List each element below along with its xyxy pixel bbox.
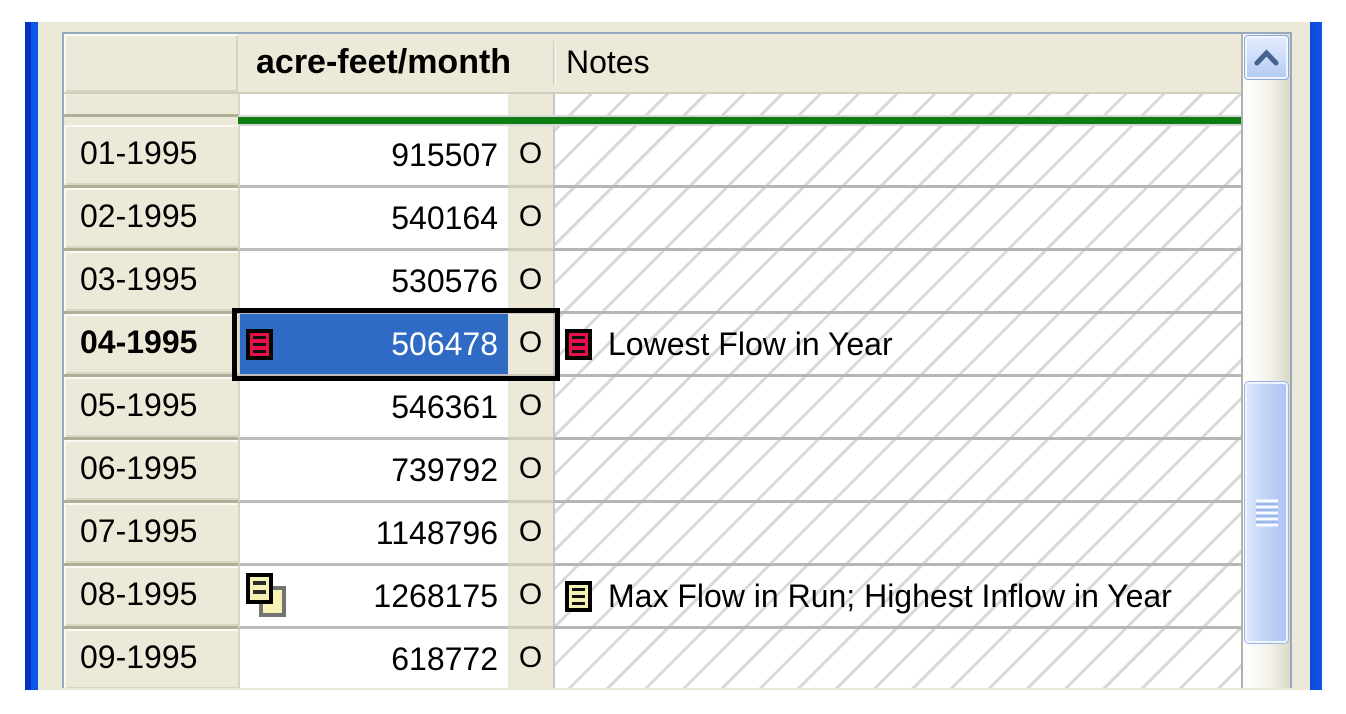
value-cell[interactable]: 618772 [238, 629, 508, 688]
clipped-row-header-cell [64, 94, 238, 117]
note-cell[interactable] [553, 440, 1241, 503]
note-cell[interactable]: Lowest Flow in Year [553, 314, 1241, 377]
row-header-cell[interactable]: 09-1995 [64, 629, 238, 688]
flag-cell[interactable]: O [508, 503, 553, 566]
flow-value: 739792 [391, 452, 498, 489]
flow-value: 546361 [391, 389, 498, 426]
note-cell[interactable] [553, 251, 1241, 314]
table-row: 05-1995 546361 O [64, 377, 1241, 440]
scroll-up-button[interactable] [1244, 35, 1289, 80]
note-cell[interactable] [553, 125, 1241, 188]
table-row: 08-1995 1268175 O Max Flow in Run; Highe… [64, 566, 1241, 629]
row-header-cell[interactable]: 08-1995 [64, 566, 238, 629]
row-header-cell[interactable]: 02-1995 [64, 188, 238, 251]
flow-value: 530576 [391, 263, 498, 300]
left-accent-bar [25, 22, 38, 690]
table-row: 01-1995 915507 O [64, 125, 1241, 188]
clipped-value-cell [238, 94, 508, 117]
value-cell[interactable]: 506478 [238, 314, 508, 377]
note-cell[interactable] [553, 629, 1241, 688]
table-row: 04-1995 506478 O Lowest Flow in Year [64, 314, 1241, 377]
table-row: 03-1995 530576 O [64, 251, 1241, 314]
flow-value: 618772 [391, 641, 498, 678]
row-date-label: 09-1995 [80, 639, 197, 675]
output-flag: O [519, 578, 542, 611]
grip-lines-icon [1256, 499, 1278, 526]
row-date-label: 06-1995 [80, 450, 197, 486]
value-cell[interactable]: 546361 [238, 377, 508, 440]
flag-cell[interactable]: O [508, 314, 553, 377]
row-date-label: 07-1995 [80, 513, 197, 549]
note-cell[interactable]: Max Flow in Run; Highest Inflow in Year [553, 566, 1241, 629]
note-text: Lowest Flow in Year [608, 326, 893, 363]
value-cell[interactable]: 739792 [238, 440, 508, 503]
flow-value: 540164 [391, 200, 498, 237]
timeseries-table: acre-feet/month Notes 01-1995 915507 O [62, 32, 1292, 688]
flow-value: 1268175 [373, 578, 498, 615]
output-flag: O [519, 389, 542, 422]
output-flag: O [519, 137, 542, 170]
flag-cell[interactable]: O [508, 251, 553, 314]
value-cell[interactable]: 1268175 [238, 566, 508, 629]
output-flag: O [519, 641, 542, 674]
row-header-cell[interactable]: 07-1995 [64, 503, 238, 566]
table-header-row: acre-feet/month Notes [64, 34, 1241, 94]
flag-cell[interactable]: O [508, 566, 553, 629]
table-row: 02-1995 540164 O [64, 188, 1241, 251]
note-cell[interactable] [553, 503, 1241, 566]
value-cell[interactable]: 915507 [238, 125, 508, 188]
output-flag: O [519, 515, 542, 548]
value-column-header[interactable]: acre-feet/month [238, 34, 553, 92]
value-cell[interactable]: 530576 [238, 251, 508, 314]
flow-value: 915507 [391, 137, 498, 174]
output-flag: O [519, 326, 542, 359]
notes-column-header[interactable]: Notes [556, 34, 1241, 92]
header-corner-cell [64, 34, 238, 92]
output-flag: O [519, 452, 542, 485]
table-rows: 01-1995 915507 O 02-1995 [64, 125, 1241, 688]
flag-cell[interactable]: O [508, 125, 553, 188]
row-date-label: 08-1995 [80, 576, 197, 612]
row-header-cell[interactable]: 03-1995 [64, 251, 238, 314]
yellow-double-note-icon[interactable] [246, 573, 290, 619]
table-row: 09-1995 618772 O [64, 629, 1241, 688]
flow-value: 1148796 [376, 515, 498, 552]
row-date-label: 01-1995 [80, 135, 197, 171]
row-date-label: 02-1995 [80, 198, 197, 234]
row-header-cell[interactable]: 05-1995 [64, 377, 238, 440]
clipped-flag-cell [508, 94, 553, 117]
output-flag: O [519, 263, 542, 296]
row-header-cell[interactable]: 01-1995 [64, 125, 238, 188]
note-cell[interactable] [553, 188, 1241, 251]
table-row: 06-1995 739792 O [64, 440, 1241, 503]
note-text: Max Flow in Run; Highest Inflow in Year [608, 578, 1172, 615]
vertical-scrollbar[interactable] [1241, 34, 1290, 688]
row-date-label: 05-1995 [80, 387, 197, 423]
value-cell[interactable]: 540164 [238, 188, 508, 251]
flow-value: 506478 [391, 326, 498, 363]
grid-panel: acre-feet/month Notes 01-1995 915507 O [38, 22, 1310, 690]
scrollbar-thumb[interactable] [1244, 381, 1289, 644]
right-accent-bar [1310, 22, 1322, 690]
clipped-note-cell [553, 94, 1241, 117]
red-note-icon[interactable] [565, 329, 592, 360]
flag-cell[interactable]: O [508, 377, 553, 440]
row-header-cell[interactable]: 06-1995 [64, 440, 238, 503]
flag-cell[interactable]: O [508, 188, 553, 251]
row-date-label: 03-1995 [80, 261, 197, 297]
clipped-row [64, 94, 1241, 117]
flag-cell[interactable]: O [508, 629, 553, 688]
flag-cell[interactable]: O [508, 440, 553, 503]
output-flag: O [519, 200, 542, 233]
value-cell[interactable]: 1148796 [238, 503, 508, 566]
red-note-icon[interactable] [246, 329, 273, 360]
row-header-cell[interactable]: 04-1995 [64, 314, 238, 377]
yellow-note-icon[interactable] [565, 581, 592, 612]
year-divider-line [238, 117, 1241, 124]
row-date-label: 04-1995 [80, 324, 197, 360]
note-cell[interactable] [553, 377, 1241, 440]
note-page-front [246, 573, 273, 604]
chevron-up-icon [1253, 49, 1280, 66]
table-row: 07-1995 1148796 O [64, 503, 1241, 566]
